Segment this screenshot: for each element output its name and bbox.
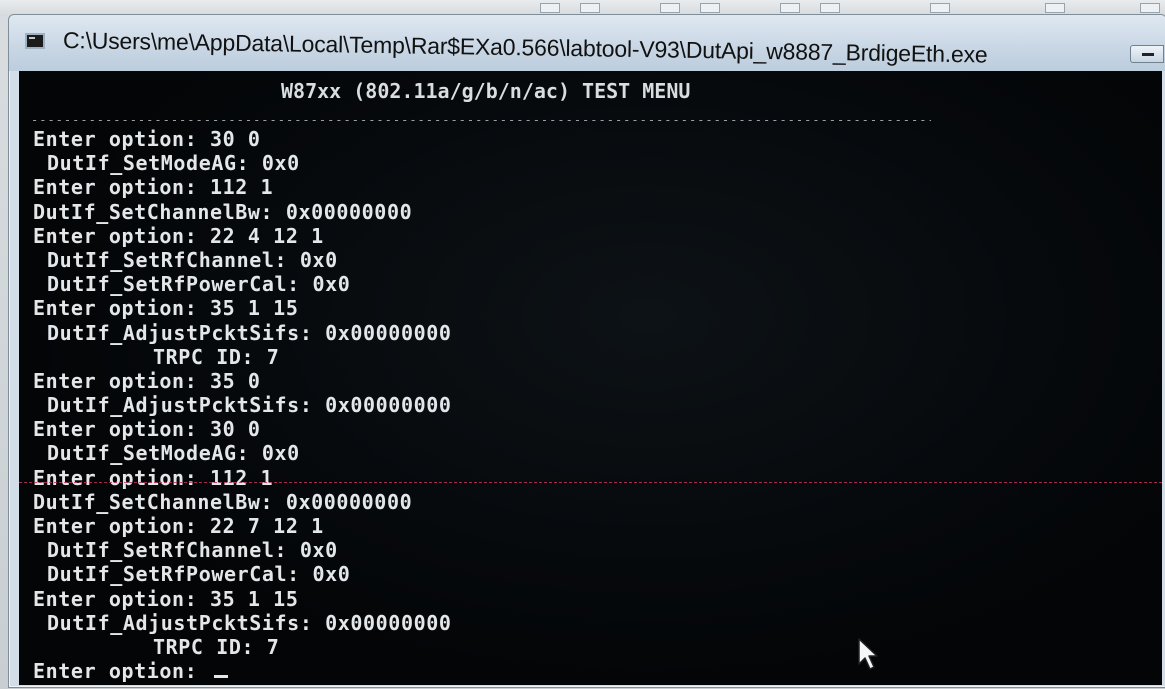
console-line: TRPC ID: 7 bbox=[153, 634, 280, 659]
text-cursor bbox=[213, 675, 228, 679]
ribbon-icon bbox=[660, 3, 680, 13]
console-line: DutIf_SetModeAG: 0x0 bbox=[47, 151, 300, 176]
console-prompt-line[interactable]: Enter option: bbox=[33, 659, 1153, 683]
screen-scanline bbox=[19, 482, 1162, 483]
console-line: Enter option: 112 1 bbox=[33, 465, 274, 490]
ribbon-icon bbox=[1045, 3, 1065, 13]
console-line: DutIf_SetRfPowerCal: 0x0 bbox=[47, 562, 351, 587]
console-line: DutIf_AdjustPcktSifs: 0x00000000 bbox=[47, 610, 452, 635]
ribbon-icon bbox=[1140, 3, 1160, 13]
console-line: DutIf_SetRfPowerCal: 0x0 bbox=[47, 272, 351, 297]
ribbon-icon bbox=[820, 3, 840, 13]
ribbon-icon bbox=[930, 3, 950, 13]
console-line: Enter option: 30 0 bbox=[33, 417, 261, 442]
menu-header: W87xx (802.11a/g/b/n/ac) TEST MENU bbox=[281, 79, 691, 103]
console-window[interactable]: C:\Users\me\AppData\Local\Temp\Rar$EXa0.… bbox=[8, 14, 1165, 688]
console-line: DutIf_SetModeAG: 0x0 bbox=[47, 441, 300, 466]
console-line: DutIf_SetRfChannel: 0x0 bbox=[47, 538, 338, 563]
console-line: Enter option: 35 1 15 bbox=[33, 296, 299, 321]
console-line: Enter option: 30 0 bbox=[33, 127, 261, 151]
ribbon-icon bbox=[540, 3, 560, 13]
console-line: DutIf_AdjustPcktSifs: 0x00000000 bbox=[47, 320, 452, 345]
minimize-icon bbox=[1142, 53, 1154, 56]
console-line: Enter option: 35 1 15 bbox=[33, 586, 299, 611]
console-line: DutIf_SetChannelBw: 0x00000000 bbox=[33, 489, 413, 514]
console-prompt: Enter option: bbox=[33, 659, 210, 684]
console-output[interactable]: W87xx (802.11a/g/b/n/ac) TEST MENU -----… bbox=[19, 71, 1162, 685]
menu-separator: ----------------------------------------… bbox=[31, 117, 931, 127]
title-bar[interactable]: C:\Users\me\AppData\Local\Temp\Rar$EXa0.… bbox=[9, 15, 1165, 71]
ribbon-icon bbox=[700, 3, 720, 13]
screen: C:\Users\me\AppData\Local\Temp\Rar$EXa0.… bbox=[0, 0, 1165, 689]
console-line: TRPC ID: 7 bbox=[153, 344, 280, 369]
console-line: DutIf_AdjustPcktSifs: 0x00000000 bbox=[47, 393, 452, 418]
window-title: C:\Users\me\AppData\Local\Temp\Rar$EXa0.… bbox=[62, 27, 988, 68]
console-lines: Enter option: 30 0 DutIf_SetModeAG: 0x0 En… bbox=[33, 127, 1153, 683]
console-app-icon[interactable] bbox=[25, 33, 45, 49]
ribbon-icon bbox=[780, 3, 800, 13]
console-line: DutIf_SetChannelBw: 0x00000000 bbox=[33, 199, 413, 224]
console-line: Enter option: 22 4 12 1 bbox=[33, 223, 324, 248]
mouse-pointer-icon bbox=[858, 638, 878, 670]
ribbon-icon bbox=[580, 3, 600, 13]
minimize-button[interactable] bbox=[1130, 45, 1164, 63]
console-line: Enter option: 112 1 bbox=[33, 175, 274, 200]
console-line: DutIf_SetRfChannel: 0x0 bbox=[47, 247, 338, 272]
console-line: Enter option: 22 7 12 1 bbox=[33, 514, 324, 538]
console-line: Enter option: 35 0 bbox=[33, 368, 261, 393]
